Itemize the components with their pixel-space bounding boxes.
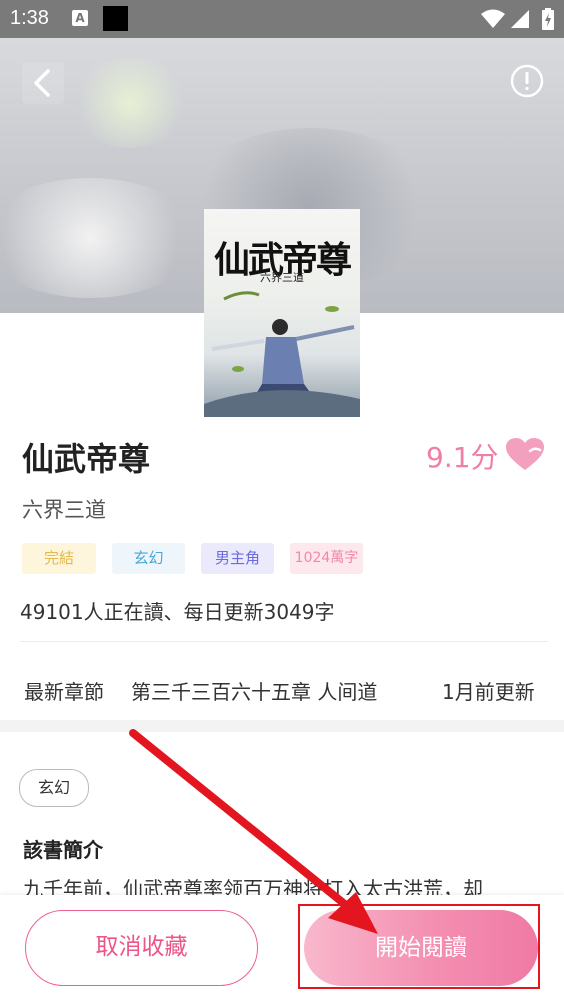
book-cover[interactable]: 仙武帝尊 六界三道 bbox=[204, 209, 360, 417]
tag-wordcount: 1024萬字 bbox=[290, 543, 363, 574]
status-bar: 1:38 A bbox=[0, 0, 564, 38]
divider bbox=[20, 641, 548, 642]
book-author[interactable]: 六界三道 bbox=[22, 494, 106, 524]
back-arrow-icon[interactable] bbox=[22, 62, 64, 104]
intro-text: 九千年前，仙武帝尊率领百万神将打入太古洪荒，却 bbox=[23, 877, 483, 895]
notification-a-icon: A bbox=[72, 10, 88, 26]
tag-protagonist: 男主角 bbox=[201, 543, 274, 574]
genre-pill[interactable]: 玄幻 bbox=[19, 769, 89, 807]
latest-chapter-title[interactable]: 第三千三百六十五章 人间道 bbox=[131, 676, 377, 705]
intro-heading: 該書簡介 bbox=[23, 838, 103, 862]
latest-label: 最新章節 bbox=[24, 680, 104, 704]
wifi-icon bbox=[481, 9, 505, 28]
cover-warrior-art bbox=[204, 291, 360, 417]
heart-icon[interactable] bbox=[506, 438, 544, 472]
annotation-highlight-box bbox=[298, 904, 540, 989]
signal-icon bbox=[511, 10, 529, 28]
book-title: 仙武帝尊 bbox=[22, 440, 151, 478]
cancel-favorite-button[interactable]: 取消收藏 bbox=[25, 910, 258, 986]
tag-genre: 玄幻 bbox=[112, 543, 185, 574]
book-score: 9.1分 bbox=[426, 441, 499, 474]
notification-square-icon bbox=[103, 6, 128, 31]
readers-stats: 49101人正在讀、每日更新3049字 bbox=[20, 600, 335, 624]
section-gap bbox=[0, 720, 564, 732]
info-icon[interactable] bbox=[510, 64, 544, 98]
latest-update-time: 1月前更新 bbox=[442, 680, 535, 704]
battery-icon bbox=[542, 8, 554, 30]
tag-status: 完結 bbox=[22, 543, 96, 574]
status-time: 1:38 bbox=[10, 7, 49, 29]
